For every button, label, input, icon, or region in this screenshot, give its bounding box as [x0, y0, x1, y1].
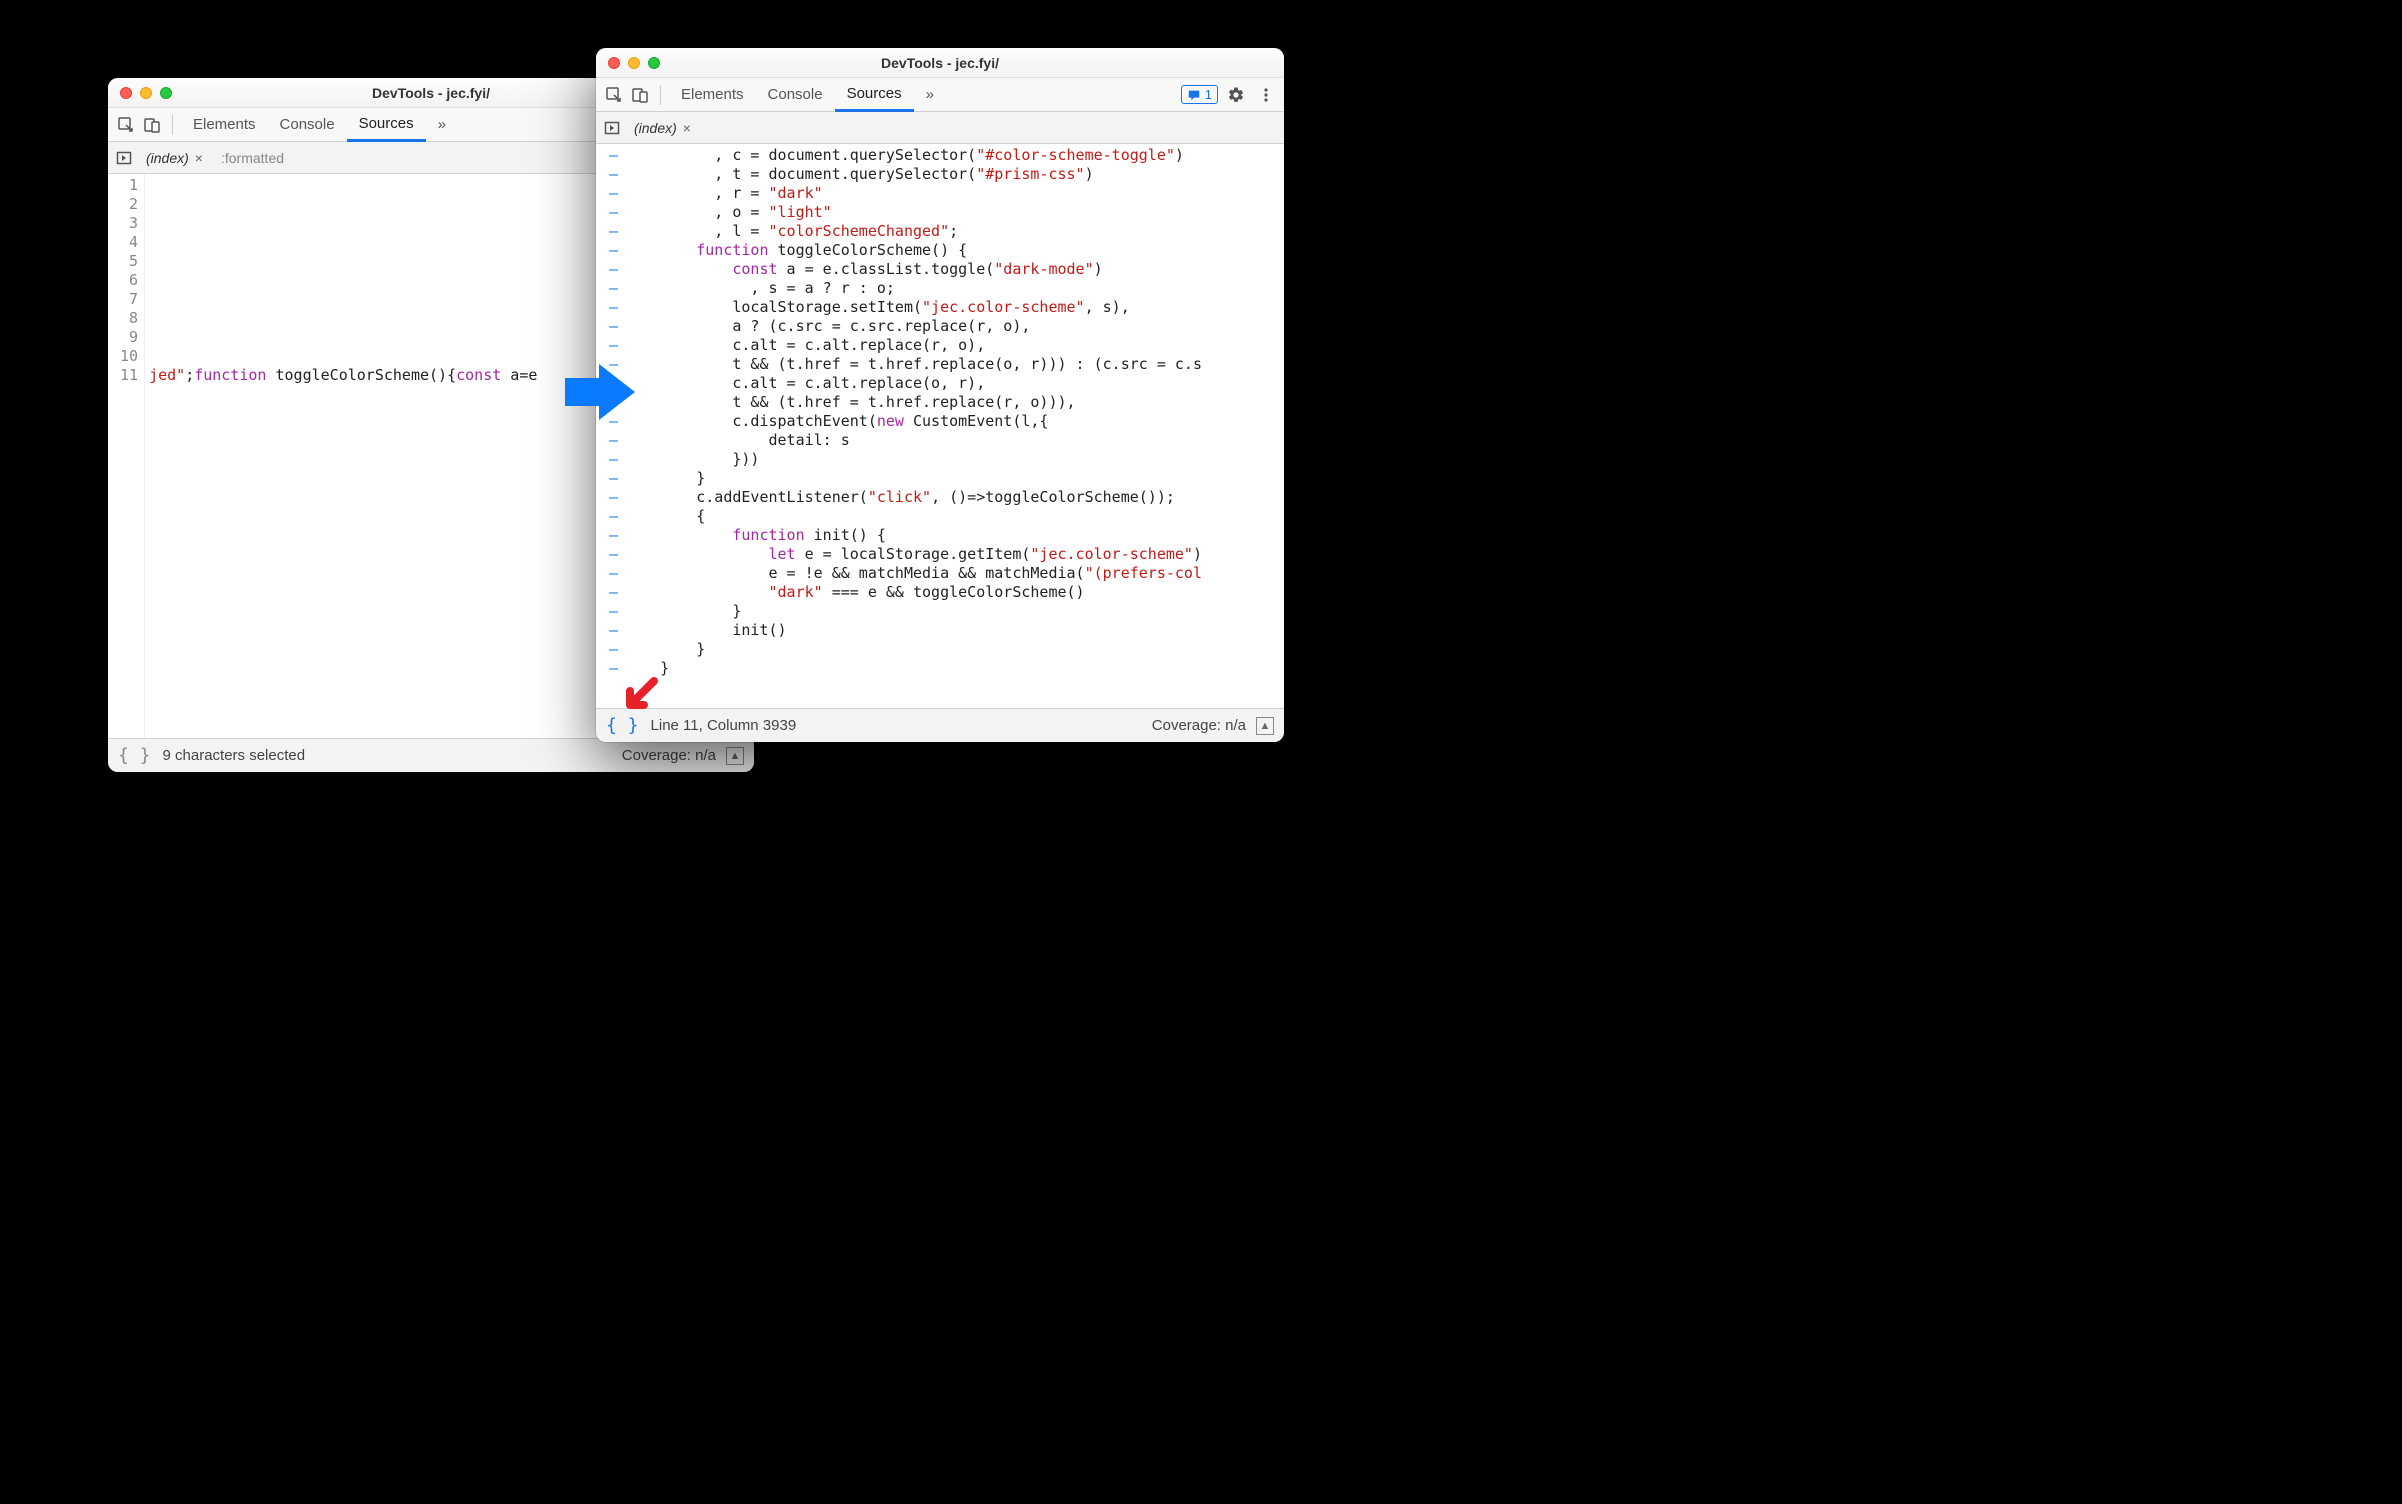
- red-arrow-annotation: [624, 677, 660, 713]
- tab-elements[interactable]: Elements: [181, 108, 268, 142]
- panel-tabs: Elements Console Sources »: [181, 108, 458, 142]
- window-controls: [596, 57, 660, 69]
- coverage-status: Coverage: n/a: [1152, 717, 1246, 734]
- coverage-status: Coverage: n/a: [622, 747, 716, 764]
- separator: [660, 85, 661, 105]
- navigator-toggle-icon[interactable]: [600, 116, 624, 140]
- status-bar: { } 9 characters selected Coverage: n/a …: [108, 738, 754, 772]
- window-controls: [108, 87, 172, 99]
- scroll-top-icon[interactable]: ▲: [1256, 717, 1274, 735]
- code-content[interactable]: , c = document.querySelector("#color-sch…: [620, 144, 1206, 708]
- inspect-element-icon[interactable]: [602, 83, 626, 107]
- zoom-window-icon[interactable]: [648, 57, 660, 69]
- close-window-icon[interactable]: [120, 87, 132, 99]
- minimize-window-icon[interactable]: [628, 57, 640, 69]
- pretty-print-icon[interactable]: { }: [606, 715, 639, 736]
- devtools-window-after: DevTools - jec.fyi/ Elements Console Sou…: [596, 48, 1284, 742]
- tab-console[interactable]: Console: [756, 78, 835, 112]
- file-tab-index[interactable]: (index) ×: [628, 116, 697, 140]
- file-tab-bar: (index) ×: [596, 112, 1284, 144]
- close-window-icon[interactable]: [608, 57, 620, 69]
- minimize-window-icon[interactable]: [140, 87, 152, 99]
- status-bar: { } Line 11, Column 3939 Coverage: n/a ▲: [596, 708, 1284, 742]
- file-tab-index[interactable]: (index) ×: [140, 146, 209, 170]
- kebab-menu-icon[interactable]: [1254, 83, 1278, 107]
- close-icon[interactable]: ×: [195, 150, 203, 166]
- cursor-position-status: Line 11, Column 3939: [651, 717, 797, 734]
- pretty-print-icon[interactable]: { }: [118, 745, 151, 766]
- selection-status: 9 characters selected: [163, 747, 306, 764]
- tab-elements[interactable]: Elements: [669, 78, 756, 112]
- issues-badge[interactable]: 1: [1181, 85, 1218, 104]
- issues-count: 1: [1205, 87, 1212, 102]
- scroll-top-icon[interactable]: ▲: [726, 747, 744, 765]
- device-toolbar-icon[interactable]: [628, 83, 652, 107]
- fold-gutter[interactable]: ––––––––––––––––––––––––––––: [596, 144, 620, 708]
- code-content[interactable]: jed";function toggleColorScheme(){const …: [145, 174, 541, 738]
- window-title: DevTools - jec.fyi/: [596, 55, 1284, 71]
- device-toolbar-icon[interactable]: [140, 113, 164, 137]
- issues-icon: [1187, 88, 1201, 102]
- tab-more[interactable]: »: [426, 108, 458, 142]
- inspect-element-icon[interactable]: [114, 113, 138, 137]
- file-tab-label: (index): [146, 150, 189, 166]
- file-tab-label: (index): [634, 120, 677, 136]
- panel-tabs: Elements Console Sources »: [669, 78, 946, 112]
- code-editor[interactable]: –––––––––––––––––––––––––––– , c = docum…: [596, 144, 1284, 708]
- titlebar[interactable]: DevTools - jec.fyi/: [596, 48, 1284, 78]
- tab-console[interactable]: Console: [268, 108, 347, 142]
- navigator-toggle-icon[interactable]: [112, 146, 136, 170]
- tab-sources[interactable]: Sources: [347, 108, 426, 142]
- tab-more[interactable]: »: [914, 78, 946, 112]
- settings-icon[interactable]: [1224, 83, 1248, 107]
- tab-sources[interactable]: Sources: [835, 78, 914, 112]
- blue-arrow-annotation: [565, 364, 635, 420]
- separator: [172, 115, 173, 135]
- zoom-window-icon[interactable]: [160, 87, 172, 99]
- close-icon[interactable]: ×: [683, 120, 691, 136]
- formatted-indicator: :formatted: [221, 150, 284, 166]
- line-number-gutter: 1234567891011: [108, 174, 145, 738]
- devtools-toolbar: Elements Console Sources » 1: [596, 78, 1284, 112]
